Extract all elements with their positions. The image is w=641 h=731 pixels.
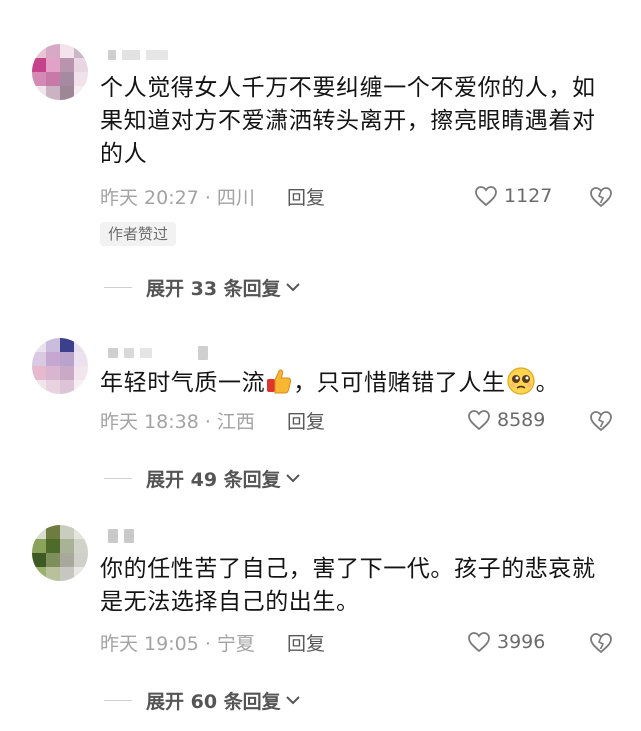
like-button[interactable]: 8589 [467, 406, 545, 434]
thumbs-up-emoji [265, 367, 293, 395]
username-blurred[interactable] [108, 48, 168, 62]
like-count: 1127 [504, 185, 553, 207]
heart-outline-icon [468, 410, 490, 431]
expand-replies-button[interactable]: 展开 60 条回复 [104, 686, 301, 714]
timestamp-location: 昨天 18:38 · 江西 [100, 410, 255, 433]
broken-heart-outline-icon[interactable] [588, 408, 614, 434]
heart-outline-icon [468, 632, 490, 653]
avatar[interactable] [32, 525, 88, 581]
avatar[interactable] [32, 44, 88, 100]
comment-text-part: 年轻时气质一流 [100, 370, 266, 396]
comment-meta: 昨天 20:27 · 四川 回复 [100, 182, 325, 210]
avatar[interactable] [32, 338, 88, 394]
reply-button[interactable]: 回复 [287, 629, 325, 656]
expand-replies-button[interactable]: 展开 33 条回复 [104, 273, 301, 301]
comment-text-part: ，只可惜赌错了人生 [293, 370, 506, 396]
like-button[interactable]: 3996 [467, 628, 545, 656]
expand-replies-label: 展开 60 条回复 [146, 690, 281, 713]
expand-replies-label: 展开 33 条回复 [146, 277, 281, 300]
comment-meta: 昨天 18:38 · 江西 回复 [100, 406, 325, 434]
username-blurred[interactable] [108, 346, 208, 360]
reply-button[interactable]: 回复 [287, 183, 325, 210]
chevron-down-icon [285, 467, 301, 489]
divider-line [104, 699, 132, 701]
like-count: 8589 [497, 409, 546, 431]
reply-button[interactable]: 回复 [287, 407, 325, 434]
timestamp-location: 昨天 20:27 · 四川 [100, 186, 255, 209]
comment-item: 个人觉得女人千万不要纠缠一个不爱你的人，如果知道对方不爱潇洒转头离开，擦亮眼睛遇… [0, 0, 641, 310]
heart-outline-icon [475, 186, 497, 207]
comment-text: 你的任性苦了自己，害了下一代。孩子的悲哀就是无法选择自己的出生。 [100, 556, 596, 615]
comment-text-part: 。 [535, 370, 560, 396]
pleading-face-emoji [506, 366, 536, 396]
comment-meta: 昨天 19:05 · 宁夏 回复 [100, 628, 325, 656]
chevron-down-icon [285, 689, 301, 711]
like-count: 3996 [497, 631, 546, 653]
comment-text: 个人觉得女人千万不要纠缠一个不爱你的人，如果知道对方不爱潇洒转头离开，擦亮眼睛遇… [100, 75, 596, 167]
author-liked-badge: 作者赞过 [100, 222, 177, 246]
username-blurred[interactable] [108, 529, 134, 543]
expand-replies-label: 展开 49 条回复 [146, 468, 281, 491]
like-button[interactable]: 1127 [474, 182, 552, 210]
broken-heart-outline-icon[interactable] [588, 184, 614, 210]
expand-replies-button[interactable]: 展开 49 条回复 [104, 464, 301, 492]
divider-line [104, 477, 132, 479]
chevron-down-icon [285, 276, 301, 298]
divider-line [104, 286, 132, 288]
broken-heart-outline-icon[interactable] [588, 630, 614, 656]
timestamp-location: 昨天 19:05 · 宁夏 [100, 632, 255, 655]
comment-text: 年轻时气质一流 ，只可惜赌错了人生 。 [100, 366, 610, 400]
